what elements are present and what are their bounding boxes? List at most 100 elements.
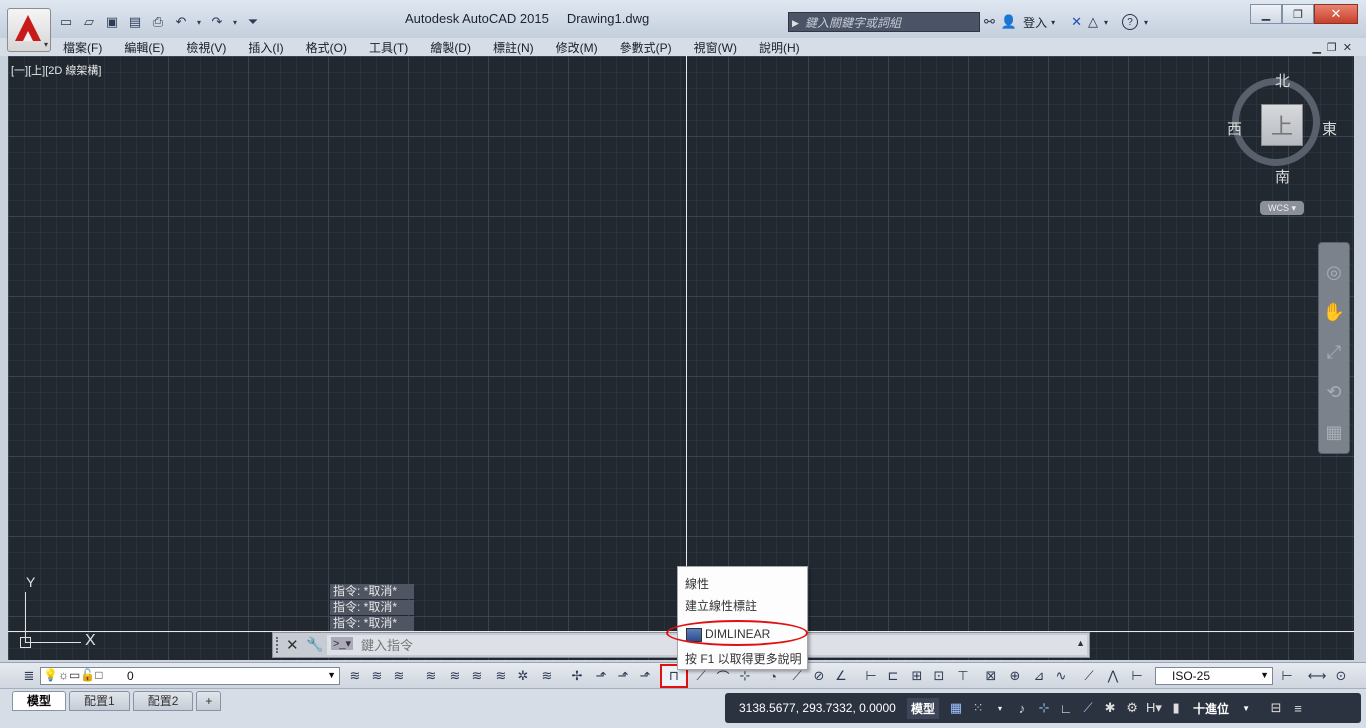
layer-dropdown-arrow-icon[interactable]: ▼ [327,670,336,680]
diameter-dimension-icon[interactable]: ⊘ [810,667,828,685]
layer-lock-icon[interactable]: ≋ [538,667,556,685]
menu-dimension[interactable]: 標註(N) [493,39,534,56]
layer-previous-icon[interactable]: ≋ [368,667,386,685]
viewcube[interactable]: 上 北 南 東 西 WCS ▾ [1224,73,1337,224]
new-file-icon[interactable]: ▭ [56,13,76,31]
layer-dropdown[interactable]: 💡☼▭🔓□ 0 ▼ [40,667,340,685]
dimension-break-icon[interactable]: ⊤ [954,667,972,685]
menu-tools[interactable]: 工具(T) [369,39,408,56]
orbit-icon[interactable]: ⟲ [1322,379,1346,405]
sign-in-button[interactable]: 登入 [1023,14,1047,31]
exchange-apps-icon[interactable]: ✕ [1071,14,1082,30]
compass-west[interactable]: 西 [1227,118,1242,139]
grid-icon[interactable]: ▦ [945,700,967,716]
block-edit-icon[interactable]: ⬏ [592,667,610,685]
measure-icon[interactable]: ⟷ [1308,667,1327,685]
customize-wrench-icon[interactable]: 🔧 [306,636,323,653]
sign-in-dropdown-icon[interactable]: ▾ [1051,18,1055,27]
menu-file[interactable]: 檔案(F) [63,39,102,56]
tab-layout1[interactable]: 配置1 [69,691,130,711]
search-input[interactable]: ▶ 鍵入關鍵字或詞組 [788,12,980,32]
customization-menu-icon[interactable]: ≡ [1287,701,1309,716]
dimension-update-icon[interactable]: ⊢ [1128,667,1146,685]
infer-constraints-icon[interactable]: ♪ [1011,701,1033,716]
layer-off-icon[interactable]: ≋ [468,667,486,685]
compass-east[interactable]: 東 [1322,118,1337,139]
quick-dimension-icon[interactable]: ⊢ [862,667,880,685]
make-current-layer-icon[interactable]: ≋ [346,667,364,685]
search-expand-icon[interactable]: ▶ [792,13,799,33]
layer-freeze-icon[interactable]: ✲ [514,667,532,685]
undo-icon[interactable]: ↶ [171,13,191,31]
units-selector[interactable]: 十進位 [1187,700,1235,717]
quick-properties-icon[interactable]: ⊟ [1265,700,1287,716]
application-menu-button[interactable]: ▾ [7,8,51,52]
tolerance-icon[interactable]: ⊠ [982,667,1000,685]
wcs-menu-button[interactable]: WCS ▾ [1260,201,1304,215]
viewport-controls-label[interactable]: [一][上][2D 線架構] [11,62,101,78]
dynamic-input-icon[interactable]: ⊹ [1033,700,1055,716]
doc-restore-icon[interactable]: ❐ [1327,41,1337,54]
zoom-extents-icon[interactable]: ⤢ [1322,339,1346,365]
help-dropdown-icon[interactable]: ▾ [1144,18,1148,27]
dimension-edit-icon[interactable]: ⟋ [1080,667,1098,685]
ortho-icon[interactable]: ∟ [1055,701,1077,716]
layer-state-icon[interactable]: ≋ [390,667,408,685]
close-button[interactable]: ✕ [1314,4,1358,24]
polar-tracking-icon[interactable]: ⟋ [1077,700,1099,716]
menu-parametric[interactable]: 參數式(P) [620,39,672,56]
showmotion-icon[interactable]: ▦ [1322,419,1346,445]
maximize-button[interactable]: ❐ [1282,4,1314,24]
menu-modify[interactable]: 修改(M) [556,39,598,56]
command-line-grip[interactable] [276,637,282,653]
dimension-style-dropdown[interactable]: ISO-25 ▼ [1155,667,1273,685]
help-icon[interactable]: ? [1122,14,1139,30]
menu-window[interactable]: 視窗(W) [694,39,737,56]
dimension-text-edit-icon[interactable]: ⋀ [1104,667,1122,685]
block-attribute-icon[interactable]: ⬏ [614,667,632,685]
save-as-icon[interactable]: ▤ [125,13,145,31]
print-icon[interactable]: ⎙ [148,13,168,31]
hardware-acceleration-icon[interactable]: H▾ [1143,700,1165,716]
recent-commands-icon[interactable]: >_▾ [331,637,354,650]
model-space-button[interactable]: 模型 [907,697,940,719]
doc-minimize-icon[interactable]: ▁ [1312,41,1320,54]
snap-icon[interactable]: ⁙ [967,700,989,716]
layer-properties-icon[interactable]: ≣ [20,667,38,685]
block-insert-icon[interactable]: ✢ [568,667,586,685]
continue-dimension-icon[interactable]: ⊞ [908,667,926,685]
steering-wheel-icon[interactable]: ◎ [1322,259,1346,285]
inspection-icon[interactable]: ⊿ [1030,667,1048,685]
command-history-toggle-icon[interactable]: ▲ [1076,638,1085,648]
add-layout-tab-icon[interactable]: + [196,691,222,711]
layer-unisolate-icon[interactable]: ≋ [446,667,464,685]
doc-close-icon[interactable]: ✕ [1343,41,1352,54]
coordinate-readout[interactable]: 3138.5677, 293.7332, 0.0000 [725,701,907,715]
menu-help[interactable]: 說明(H) [759,39,800,56]
redo-dropdown-icon[interactable]: ▾ [230,13,240,31]
a360-dropdown-icon[interactable]: ▾ [1104,18,1108,27]
dimension-style-manager-icon[interactable]: ⊢ [1278,667,1296,685]
binoculars-icon[interactable]: ⚯ [984,14,995,30]
workspace-gear-icon[interactable]: ⚙ [1121,700,1143,716]
dimstyle-dropdown-arrow-icon[interactable]: ▼ [1260,670,1269,680]
jogged-linear-icon[interactable]: ∿ [1052,667,1070,685]
undo-dropdown-icon[interactable]: ▾ [194,13,204,31]
autodesk-360-icon[interactable]: △ [1088,14,1098,30]
tab-model[interactable]: 模型 [12,691,67,711]
minimize-button[interactable]: ▁ [1250,4,1282,24]
open-folder-icon[interactable]: ▱ [79,13,99,31]
annotation-scale-icon[interactable]: ⊙ [1332,667,1350,685]
pan-hand-icon[interactable]: ✋ [1322,299,1346,325]
snap-dropdown-icon[interactable]: ▾ [989,704,1011,713]
isolate-objects-icon[interactable]: ▮ [1165,700,1187,716]
compass-south[interactable]: 南 [1275,166,1290,187]
menu-draw[interactable]: 繪製(D) [430,39,471,56]
menu-edit[interactable]: 編輯(E) [124,39,164,56]
angular-dimension-icon[interactable]: ∠ [832,667,850,685]
customize-qat-icon[interactable]: ⏷ [243,13,263,31]
dimension-space-icon[interactable]: ⊡ [930,667,948,685]
block-lock-icon[interactable]: ⬏ [636,667,654,685]
menu-format[interactable]: 格式(O) [306,39,347,56]
menu-insert[interactable]: 插入(I) [248,39,283,56]
